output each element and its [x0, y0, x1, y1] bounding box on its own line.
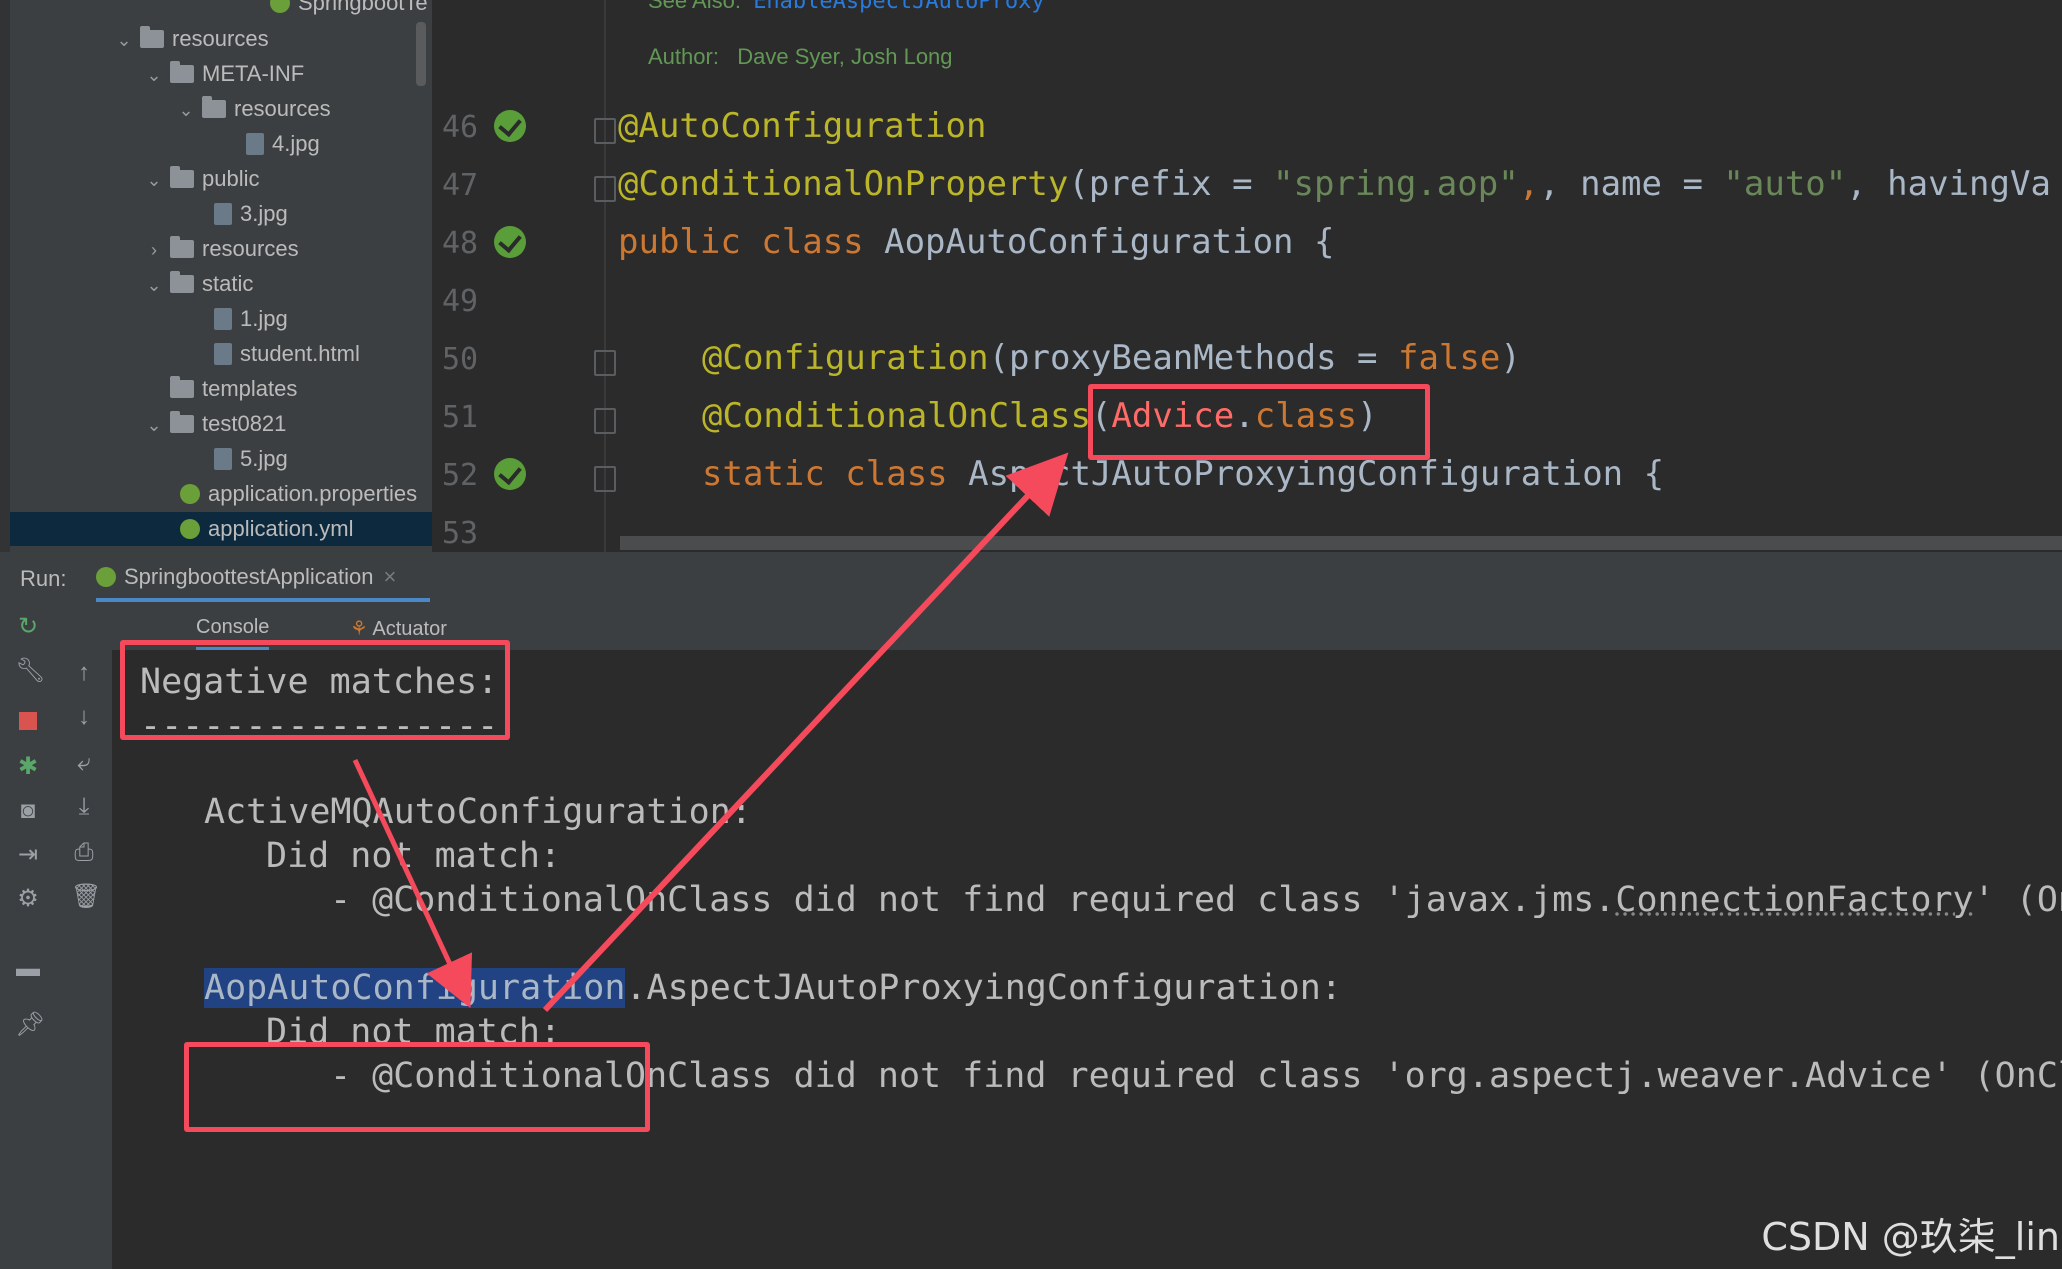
arrow-up: [542, 452, 1069, 1013]
arrow-down: [352, 758, 473, 1009]
watermark: CSDN @玖柒_lin: [1761, 1215, 2060, 1259]
annotation-arrows: [352, 452, 1069, 1013]
